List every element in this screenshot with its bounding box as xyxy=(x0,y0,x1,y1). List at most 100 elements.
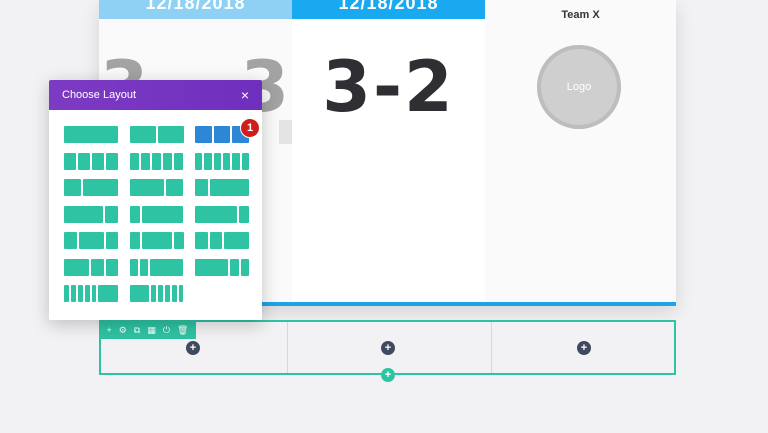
layout-column-block xyxy=(64,152,76,170)
layout-option[interactable] xyxy=(129,179,184,196)
layout-column-block xyxy=(129,152,139,170)
layout-column-block xyxy=(64,232,77,249)
close-icon[interactable]: × xyxy=(241,87,249,103)
layout-row xyxy=(64,258,249,276)
add-module-button-1[interactable]: + xyxy=(186,341,200,355)
layout-option[interactable] xyxy=(195,205,249,223)
layout-column-block xyxy=(141,232,172,249)
settings-icon[interactable]: ⚙ xyxy=(119,321,127,339)
columns-icon[interactable]: ▦ xyxy=(147,321,156,339)
layout-row xyxy=(64,179,249,196)
layout-column-block xyxy=(213,152,221,170)
layout-option[interactable] xyxy=(129,205,184,223)
layout-column-block xyxy=(238,205,249,223)
layout-option[interactable] xyxy=(64,126,118,143)
layout-column-block xyxy=(77,285,83,302)
layout-column-block xyxy=(240,258,249,276)
layout-column-block xyxy=(157,285,163,302)
layout-row xyxy=(64,126,249,143)
match-date-2: 12/18/2018 xyxy=(292,0,485,19)
layout-column-block xyxy=(129,258,138,276)
layout-column-block xyxy=(105,258,118,276)
layout-column-block xyxy=(129,285,150,302)
column-1-strip xyxy=(279,120,292,144)
layout-option[interactable] xyxy=(64,285,118,302)
add-module-button-3[interactable]: + xyxy=(577,341,591,355)
layout-option[interactable] xyxy=(129,126,184,143)
layout-option[interactable] xyxy=(195,179,249,196)
add-icon[interactable]: + xyxy=(107,321,112,339)
layout-column-block xyxy=(173,232,184,249)
layout-option[interactable] xyxy=(195,152,249,170)
layout-option[interactable] xyxy=(64,232,118,249)
layout-column-block xyxy=(232,152,240,170)
layout-column-block xyxy=(150,258,184,276)
layout-column-block xyxy=(64,179,82,196)
step-badge: 1 xyxy=(240,118,260,138)
layout-row xyxy=(64,285,249,302)
layout-column-block xyxy=(64,285,69,302)
modal-title: Choose Layout xyxy=(62,89,136,101)
choose-layout-modal: Choose Layout × xyxy=(49,80,262,320)
layout-column-block xyxy=(171,285,177,302)
layout-column-block xyxy=(83,179,118,196)
layout-column-block xyxy=(105,205,118,223)
layout-option[interactable] xyxy=(195,258,249,276)
duplicate-icon[interactable]: ⧉ xyxy=(134,321,140,339)
layout-column-block xyxy=(64,205,103,223)
layout-column-block xyxy=(91,258,104,276)
layout-column-block xyxy=(84,285,90,302)
layout-column-block xyxy=(213,126,231,143)
layout-column-block xyxy=(92,152,104,170)
layout-column-block xyxy=(224,232,249,249)
layout-column-block xyxy=(70,285,76,302)
layout-column-block xyxy=(129,126,156,143)
trash-icon[interactable]: 🗑 xyxy=(177,321,188,339)
layout-column-block xyxy=(195,258,229,276)
layout-column-block xyxy=(210,179,249,196)
layout-option[interactable] xyxy=(129,232,184,249)
layout-column-block xyxy=(140,152,150,170)
team-logo: Logo xyxy=(537,45,621,129)
layout-column-block xyxy=(91,285,97,302)
add-row-button[interactable]: + xyxy=(381,368,395,382)
layout-option[interactable] xyxy=(64,205,118,223)
layout-option[interactable] xyxy=(129,285,184,302)
layout-column-block xyxy=(222,152,231,170)
modal-header: Choose Layout × xyxy=(49,80,262,110)
layout-option[interactable] xyxy=(129,152,184,170)
layout-column-block xyxy=(129,179,165,196)
layout-column-block xyxy=(230,258,239,276)
layout-column-block xyxy=(195,126,212,143)
layout-column-block xyxy=(195,232,208,249)
layout-option[interactable] xyxy=(129,258,184,276)
layout-column-block xyxy=(241,152,249,170)
layout-column-block xyxy=(64,258,89,276)
layout-column-block xyxy=(195,179,208,196)
layout-column-block xyxy=(174,152,184,170)
layout-column-block xyxy=(151,152,162,170)
layout-column-block xyxy=(106,152,118,170)
layout-option[interactable] xyxy=(64,258,118,276)
layout-column-block xyxy=(163,152,173,170)
layout-column-block xyxy=(151,285,156,302)
layout-column-block xyxy=(209,232,222,249)
layout-row xyxy=(64,152,249,170)
team-name: Team X xyxy=(561,9,600,21)
layout-column-block xyxy=(129,232,140,249)
layout-row xyxy=(64,205,249,223)
layout-column-block xyxy=(204,152,212,170)
layout-option[interactable] xyxy=(64,152,118,170)
column-divider xyxy=(491,322,492,373)
add-module-button-2[interactable]: + xyxy=(381,341,395,355)
layout-row xyxy=(64,232,249,249)
layout-grid xyxy=(64,126,249,312)
layout-option[interactable] xyxy=(195,232,249,249)
layout-column-block xyxy=(195,205,237,223)
power-icon[interactable]: ⏻ xyxy=(163,321,170,339)
match-date-1: 12/18/2018 xyxy=(99,0,292,19)
layout-option[interactable] xyxy=(64,179,118,196)
layout-column-block xyxy=(78,232,104,249)
layout-column-block xyxy=(141,205,184,223)
score-2: 3-2 xyxy=(322,46,455,128)
